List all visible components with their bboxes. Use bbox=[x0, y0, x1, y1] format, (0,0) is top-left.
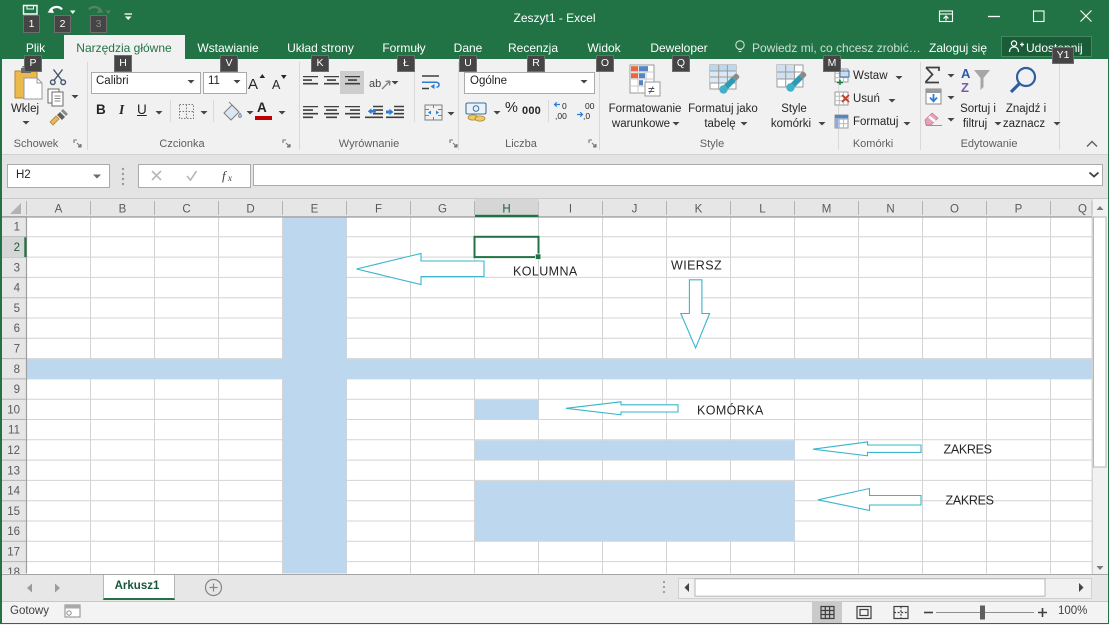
svg-text:L: L bbox=[759, 204, 766, 216]
svg-text:15: 15 bbox=[7, 506, 20, 518]
svg-text:17: 17 bbox=[7, 546, 20, 558]
svg-text:14: 14 bbox=[7, 486, 20, 498]
svg-text:ZAKRES: ZAKRES bbox=[946, 494, 994, 508]
svg-text:18: 18 bbox=[7, 567, 20, 574]
svg-text:4: 4 bbox=[14, 283, 21, 295]
svg-text:I: I bbox=[569, 204, 572, 216]
svg-text:ab: ab bbox=[369, 78, 381, 90]
svg-text:C: C bbox=[182, 204, 190, 216]
svg-text:A: A bbox=[55, 204, 63, 216]
svg-text:KOLUMNA: KOLUMNA bbox=[513, 265, 578, 279]
svg-text:G: G bbox=[438, 204, 447, 216]
svg-text:Q: Q bbox=[1078, 204, 1087, 216]
svg-text:ZAKRES: ZAKRES bbox=[944, 443, 992, 457]
svg-text:A: A bbox=[961, 66, 971, 81]
svg-text:A: A bbox=[248, 76, 258, 93]
svg-text:5: 5 bbox=[14, 303, 20, 315]
svg-text:6: 6 bbox=[14, 323, 20, 335]
svg-text:B: B bbox=[119, 204, 127, 216]
svg-text:O: O bbox=[950, 204, 959, 216]
svg-text:P: P bbox=[1015, 204, 1023, 216]
svg-text:≠: ≠ bbox=[648, 83, 655, 97]
svg-text:12: 12 bbox=[7, 445, 20, 457]
svg-text:E: E bbox=[311, 204, 319, 216]
svg-text:WIERSZ: WIERSZ bbox=[671, 259, 722, 273]
svg-text:2: 2 bbox=[14, 242, 20, 254]
svg-text:D: D bbox=[246, 204, 254, 216]
svg-text:x: x bbox=[227, 173, 232, 183]
svg-text:1: 1 bbox=[14, 222, 20, 234]
svg-text:N: N bbox=[886, 204, 894, 216]
svg-text:8: 8 bbox=[14, 364, 20, 376]
svg-text:H: H bbox=[502, 204, 510, 216]
svg-text:J: J bbox=[632, 204, 638, 216]
svg-text:F: F bbox=[375, 204, 382, 216]
svg-text:10: 10 bbox=[7, 404, 20, 416]
svg-text:A: A bbox=[272, 78, 281, 92]
svg-text:Z: Z bbox=[961, 80, 969, 95]
svg-text:9: 9 bbox=[14, 384, 20, 396]
svg-text:13: 13 bbox=[7, 465, 20, 477]
svg-text:M: M bbox=[822, 204, 832, 216]
svg-text:KOMÓRKA: KOMÓRKA bbox=[697, 403, 764, 418]
svg-text:K: K bbox=[695, 204, 703, 216]
svg-text:3: 3 bbox=[14, 262, 20, 274]
svg-text:16: 16 bbox=[7, 526, 20, 538]
svg-text:11: 11 bbox=[8, 425, 20, 437]
svg-text:7: 7 bbox=[14, 343, 20, 355]
